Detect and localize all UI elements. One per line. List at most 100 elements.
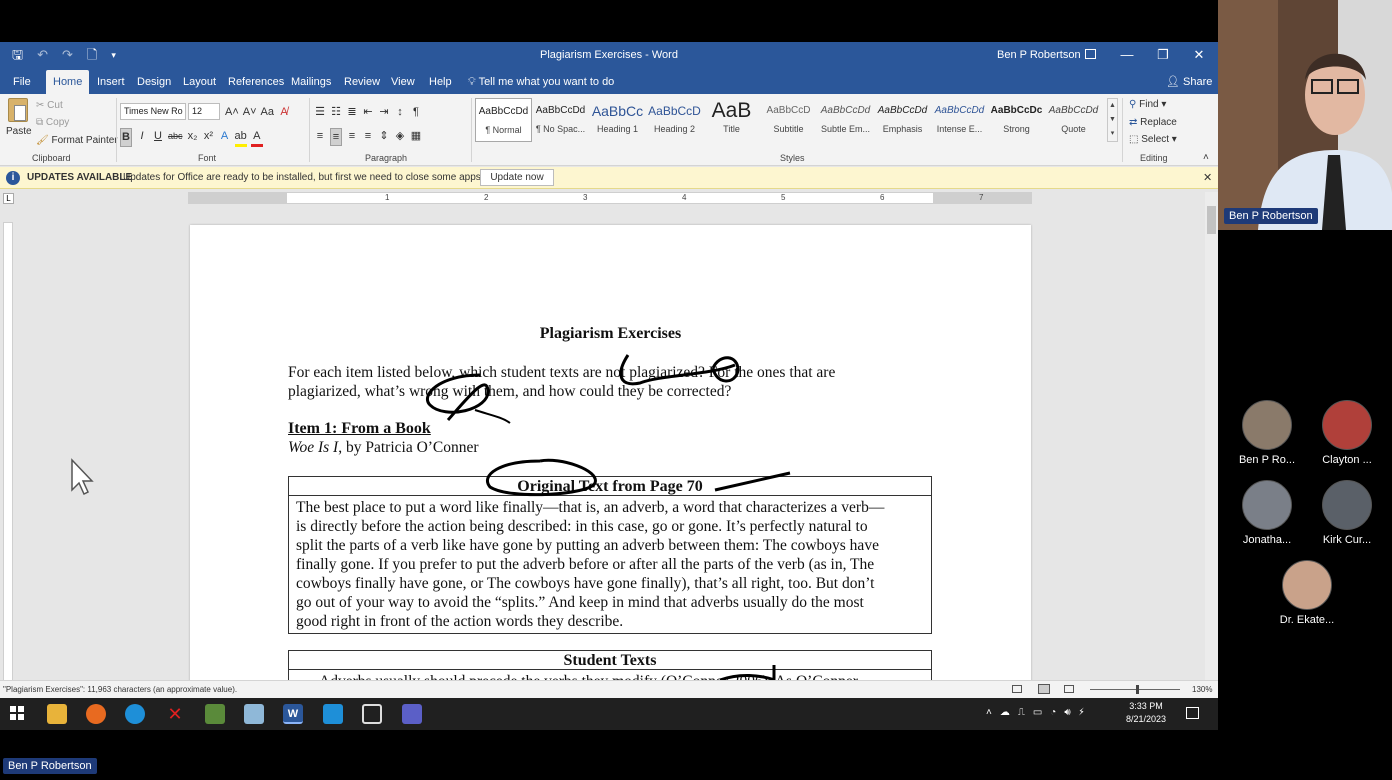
decrease-indent-icon[interactable]: ⇤ <box>362 104 374 120</box>
find-button[interactable]: ⚲ Find ▾ <box>1129 99 1166 110</box>
styles-scroll[interactable]: ▲ ▼ ▾ <box>1107 98 1118 142</box>
tab-mailings[interactable]: Mailings <box>284 70 338 94</box>
zoom-slider[interactable] <box>1090 685 1180 694</box>
style-emphasis[interactable]: AaBbCcDd Emphasis <box>874 98 931 142</box>
notification-icon[interactable] <box>1186 707 1199 719</box>
shrink-font-icon[interactable]: A˅ <box>243 104 257 120</box>
replace-button[interactable]: ⇄ Replace <box>1129 117 1177 128</box>
line-spacing-icon[interactable]: ⇕ <box>378 128 390 146</box>
app-x-icon[interactable]: ✕ <box>165 704 185 724</box>
ribbon-display-icon[interactable] <box>1085 49 1096 59</box>
change-case-icon[interactable]: Aa <box>261 104 274 120</box>
zoom-level[interactable]: 130% <box>1192 685 1212 694</box>
zoom-thumb[interactable] <box>1136 685 1139 694</box>
remote-desktop-icon[interactable] <box>362 704 382 724</box>
grow-font-icon[interactable]: A˄ <box>225 104 239 120</box>
align-center-icon[interactable]: ≡ <box>330 128 342 146</box>
subscript-button[interactable]: x₂ <box>187 128 199 147</box>
system-tray[interactable]: ˄☁⎍▭◔🔊︎⚡︎ <box>986 707 1092 718</box>
style-subtle-emphasis[interactable]: AaBbCcDd Subtle Em... <box>817 98 874 142</box>
show-marks-icon[interactable]: ¶ <box>410 104 422 120</box>
italic-button[interactable]: I <box>136 128 148 147</box>
app-icon[interactable] <box>323 704 343 724</box>
vertical-scrollbar[interactable] <box>1205 192 1218 680</box>
tab-view[interactable]: View <box>384 70 422 94</box>
font-name-box[interactable]: Times New Ro <box>120 103 186 120</box>
format-painter-button[interactable]: 🖌︎ Format Painter <box>36 135 118 146</box>
app-icon[interactable] <box>205 704 225 724</box>
style-normal[interactable]: AaBbCcDd ¶ Normal <box>475 98 532 142</box>
windows-start-icon[interactable] <box>8 704 28 724</box>
participant-tile[interactable]: Dr. Ekate... <box>1269 560 1345 626</box>
close-button[interactable]: ✕ <box>1181 46 1217 64</box>
justify-icon[interactable]: ≡ <box>362 128 374 146</box>
read-mode-icon[interactable] <box>1012 685 1022 693</box>
style-no-spacing[interactable]: AaBbCcDd ¶ No Spac... <box>532 98 589 142</box>
update-now-button[interactable]: Update now <box>480 169 554 186</box>
tab-help[interactable]: Help <box>422 70 459 94</box>
close-icon[interactable]: ✕ <box>1203 171 1212 184</box>
highlight-button[interactable]: ab <box>234 128 247 147</box>
teams-icon[interactable] <box>402 704 422 724</box>
tab-layout[interactable]: Layout <box>176 70 223 94</box>
sort-icon[interactable]: ↕ <box>394 104 406 120</box>
edge-icon[interactable] <box>125 704 145 724</box>
borders-icon[interactable]: ▦ <box>410 128 422 146</box>
strikethrough-button[interactable]: abc <box>168 128 183 147</box>
taskbar-clock[interactable]: 3:33 PM 8/21/2023 <box>1126 700 1166 726</box>
copy-button[interactable]: ⧉ Copy <box>36 117 69 128</box>
app-icon[interactable] <box>244 704 264 724</box>
tab-design[interactable]: Design <box>130 70 178 94</box>
text-effects-button[interactable]: A <box>219 128 231 147</box>
bold-button[interactable]: B <box>120 128 132 147</box>
maximize-button[interactable]: ❐ <box>1145 46 1181 64</box>
shading-icon[interactable]: ◈ <box>394 128 406 146</box>
word-taskbar-icon[interactable]: W <box>283 704 303 724</box>
bullets-icon[interactable]: ☰ <box>314 104 326 120</box>
file-explorer-icon[interactable] <box>47 704 67 724</box>
scrollbar-thumb[interactable] <box>1207 206 1216 234</box>
style-strong[interactable]: AaBbCcDc Strong <box>988 98 1045 142</box>
increase-indent-icon[interactable]: ⇥ <box>378 104 390 120</box>
multilevel-list-icon[interactable]: ≣ <box>346 104 358 120</box>
vertical-ruler[interactable] <box>3 222 13 682</box>
collapse-ribbon-icon[interactable]: ˄ <box>1203 152 1209 163</box>
select-button[interactable]: ⬚ Select ▾ <box>1129 134 1177 145</box>
web-layout-icon[interactable] <box>1064 685 1074 693</box>
participant-tile[interactable]: Kirk Cur... <box>1309 480 1385 546</box>
tell-me-box[interactable]: 💡︎ Tell me what you want to do <box>468 70 614 94</box>
participant-tile[interactable]: Jonatha... <box>1229 480 1305 546</box>
tab-home[interactable]: Home <box>46 70 90 94</box>
align-left-icon[interactable]: ≡ <box>314 128 326 146</box>
numbering-icon[interactable]: ☷ <box>330 104 342 120</box>
minimize-button[interactable]: — <box>1109 46 1145 64</box>
share-button[interactable]: 👤︎ Share <box>1166 70 1212 94</box>
tab-insert[interactable]: Insert <box>90 70 132 94</box>
account-name[interactable]: Ben P Robertson <box>997 49 1081 61</box>
clear-formatting-icon[interactable]: A̸ <box>278 104 290 120</box>
style-heading-1[interactable]: AaBbCc Heading 1 <box>589 98 646 142</box>
style-title[interactable]: AaB Title <box>703 98 760 142</box>
word-count-status[interactable]: "Plagiarism Exercises": 11,963 character… <box>3 685 237 694</box>
cut-button[interactable]: ✂ Cut <box>36 100 63 111</box>
tab-review[interactable]: Review <box>337 70 387 94</box>
style-intense-emphasis[interactable]: AaBbCcDd Intense E... <box>931 98 988 142</box>
horizontal-ruler[interactable]: 1 2 3 4 5 6 7 <box>188 192 1032 204</box>
tab-file[interactable]: File <box>6 70 38 94</box>
participant-tile[interactable]: Ben P Ro... <box>1229 400 1305 466</box>
align-right-icon[interactable]: ≡ <box>346 128 358 146</box>
style-heading-2[interactable]: AaBbCcD Heading 2 <box>646 98 703 142</box>
tab-selector-icon[interactable]: L <box>3 193 14 204</box>
style-quote[interactable]: AaBbCcDd Quote <box>1045 98 1102 142</box>
superscript-button[interactable]: x² <box>203 128 215 147</box>
font-color-button[interactable]: A <box>250 128 263 147</box>
paste-button[interactable]: Paste <box>6 126 32 137</box>
style-subtitle[interactable]: AaBbCcD Subtitle <box>760 98 817 142</box>
underline-button[interactable]: U <box>152 128 164 147</box>
tab-references[interactable]: References <box>221 70 291 94</box>
font-size-box[interactable]: 12 <box>188 103 220 120</box>
participant-tile[interactable]: Clayton ... <box>1309 400 1385 466</box>
firefox-icon[interactable] <box>86 704 106 724</box>
document-page[interactable]: Plagiarism Exercises For each item liste… <box>190 225 1031 685</box>
paste-icon[interactable] <box>8 98 28 122</box>
